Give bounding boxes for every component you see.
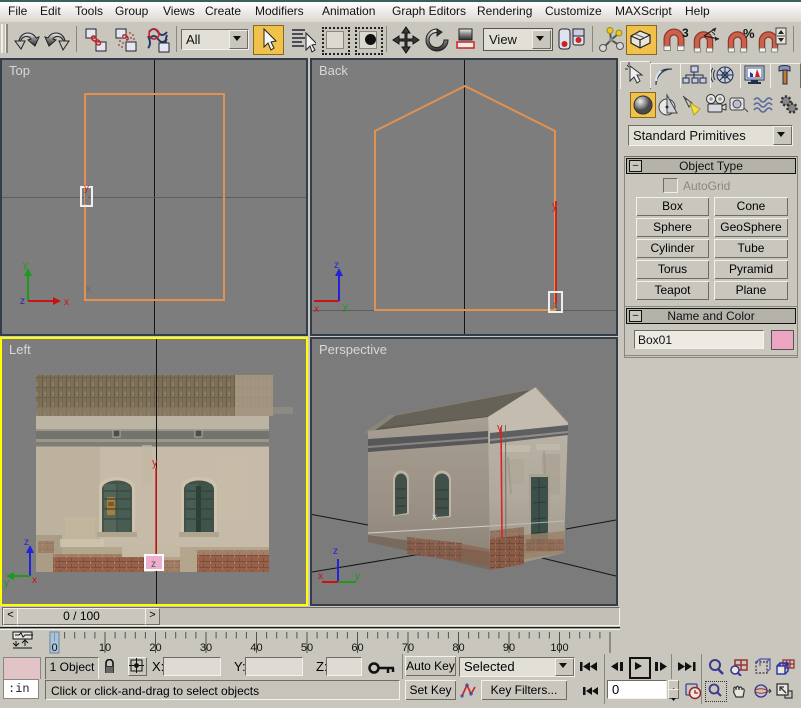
svg-text:70: 70 — [402, 642, 414, 654]
svg-text:0: 0 — [51, 642, 57, 654]
svg-text:y: y — [343, 302, 348, 313]
svg-text:x: x — [86, 284, 91, 295]
svg-text:x: x — [432, 512, 437, 523]
svg-text:50: 50 — [301, 642, 313, 654]
svg-text:40: 40 — [250, 642, 262, 654]
svg-text:y: y — [355, 571, 360, 582]
svg-text:80: 80 — [452, 642, 464, 654]
svg-text:z: z — [24, 537, 29, 548]
svg-text:x: x — [314, 304, 319, 315]
svg-text:60: 60 — [351, 642, 363, 654]
svg-text:y: y — [152, 457, 158, 469]
svg-text:y: y — [4, 578, 9, 589]
svg-text:x: x — [318, 571, 323, 582]
svg-text:y: y — [23, 260, 28, 271]
svg-text:z: z — [151, 559, 156, 570]
svg-text:z: z — [20, 296, 25, 307]
svg-text:3: 3 — [682, 26, 689, 40]
svg-text:x: x — [32, 575, 37, 586]
svg-text:y: y — [84, 183, 89, 194]
svg-text:10: 10 — [99, 642, 111, 654]
svg-text:%: % — [743, 26, 755, 41]
svg-text:y: y — [552, 200, 558, 212]
svg-text:30: 30 — [200, 642, 212, 654]
svg-text:x: x — [64, 297, 69, 308]
svg-text:20: 20 — [149, 642, 161, 654]
svg-text:z: z — [334, 260, 339, 271]
svg-text:z: z — [333, 546, 338, 557]
svg-text:y: y — [497, 422, 503, 434]
svg-text:x: x — [553, 300, 558, 311]
svg-text:90: 90 — [503, 642, 515, 654]
svg-text:100: 100 — [550, 642, 568, 654]
